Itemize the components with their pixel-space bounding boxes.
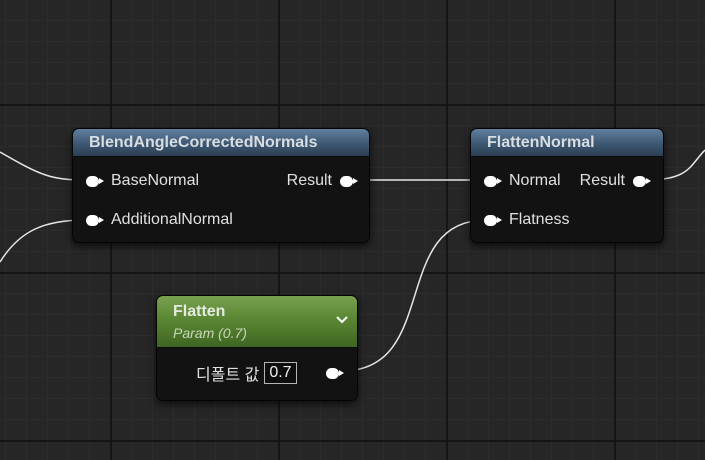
pin-icon[interactable] (633, 175, 651, 187)
node-header[interactable]: FlattenNormal (471, 129, 663, 157)
pin-label: Result (286, 172, 332, 189)
pin-label: AdditionalNormal (111, 211, 233, 228)
flatten-param-node[interactable]: Flatten Param (0.7) 디폴트 값 0.7 (156, 295, 358, 401)
default-value-input[interactable]: 0.7 (264, 362, 297, 384)
pin-icon[interactable] (86, 214, 104, 226)
pin-icon[interactable] (484, 175, 502, 187)
input-pin-row-flatness[interactable]: Flatness (484, 210, 569, 230)
input-pin-row-normal[interactable]: Normal (484, 171, 561, 191)
pin-label: Flatness (509, 211, 570, 228)
param-title: Flatten (173, 303, 226, 320)
node-title: FlattenNormal (487, 133, 595, 151)
default-value-row: 디폴트 값 0.7 (196, 362, 297, 384)
pin-label: BaseNormal (111, 172, 200, 189)
output-pin-row-result[interactable]: Result (579, 171, 651, 191)
pin-icon[interactable] (484, 214, 502, 226)
input-pin-row-additionalnormal[interactable]: AdditionalNormal (86, 210, 233, 230)
param-subtitle: Param (0.7) (173, 325, 247, 341)
blend-angle-corrected-normals-node[interactable]: BlendAngleCorrectedNormals BaseNormal Ad… (72, 128, 370, 243)
output-pin-row-value[interactable] (326, 363, 344, 383)
param-header[interactable]: Flatten Param (0.7) (157, 296, 357, 348)
node-title: BlendAngleCorrectedNormals (89, 133, 318, 151)
default-value-label: 디폴트 값 (196, 367, 260, 384)
output-pin-row-result[interactable]: Result (286, 171, 358, 191)
pin-label: Normal (509, 172, 561, 189)
pin-icon[interactable] (340, 175, 358, 187)
flatten-normal-node[interactable]: FlattenNormal Normal Flatness Result (470, 128, 664, 243)
chevron-down-icon[interactable] (335, 312, 349, 326)
pin-label: Result (579, 172, 625, 189)
pin-icon[interactable] (86, 175, 104, 187)
node-header[interactable]: BlendAngleCorrectedNormals (73, 129, 369, 157)
input-pin-row-basenormal[interactable]: BaseNormal (86, 171, 199, 191)
pin-icon[interactable] (326, 367, 344, 379)
